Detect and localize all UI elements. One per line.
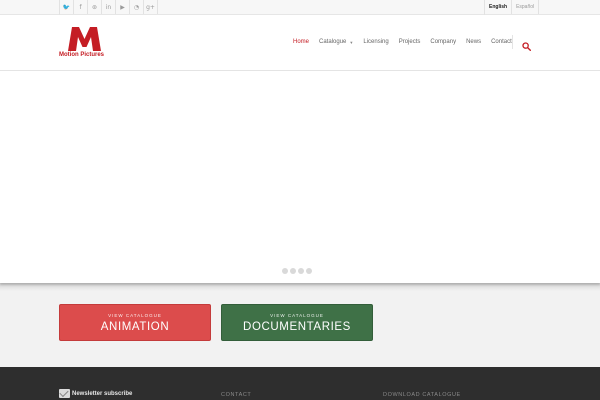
linkedin-icon[interactable]: in bbox=[102, 0, 116, 14]
nav-item-home[interactable]: Home bbox=[288, 39, 314, 45]
nav-item-label: Company bbox=[430, 39, 457, 45]
nav-item-catalogue[interactable]: Catalogue ▼ bbox=[314, 39, 358, 45]
twitter-icon[interactable]: 🐦 bbox=[60, 0, 74, 14]
slider-shadow bbox=[0, 283, 600, 291]
footer-contact-heading: CONTACT bbox=[221, 392, 252, 398]
nav-item-label: Catalogue bbox=[319, 39, 347, 45]
footer-download-heading: DOWNLOAD CATALOGUE bbox=[383, 392, 461, 398]
facebook-icon[interactable]: f bbox=[74, 0, 88, 14]
logo-text: Motion Pictures bbox=[59, 52, 105, 58]
animation-catalogue-button[interactable]: VIEW CATALOGUE ANIMATION bbox=[59, 304, 211, 341]
logo-m-icon bbox=[68, 27, 101, 51]
nav-item-projects[interactable]: Projects bbox=[394, 39, 426, 45]
cta-subtitle: VIEW CATALOGUE bbox=[108, 312, 162, 318]
cta-title: DOCUMENTARIES bbox=[243, 320, 351, 333]
youtube-icon[interactable]: ▶ bbox=[116, 0, 130, 14]
newsletter-link[interactable]: Newsletter subscribe bbox=[59, 389, 132, 398]
language-english[interactable]: English bbox=[485, 0, 513, 14]
slider-dot[interactable] bbox=[306, 268, 312, 274]
top-utility-bar: 🐦 f ⊛ in ▶ ◔ g+ English Español bbox=[0, 0, 600, 15]
search-button[interactable] bbox=[522, 38, 532, 52]
nav-item-licensing[interactable]: Licensing bbox=[358, 39, 393, 45]
main-nav: Home Catalogue ▼ Licensing Projects Company Ne… bbox=[288, 30, 517, 54]
nav-item-label: News bbox=[466, 39, 482, 45]
logo[interactable]: Motion Pictures bbox=[59, 27, 111, 60]
language-espaol[interactable]: Español bbox=[512, 0, 540, 14]
nav-item-news[interactable]: News bbox=[461, 39, 486, 45]
slider-dot[interactable] bbox=[282, 268, 288, 274]
slider-dot[interactable] bbox=[298, 268, 304, 274]
nav-item-label: Home bbox=[293, 39, 310, 45]
slider-dot[interactable] bbox=[290, 268, 296, 274]
nav-divider bbox=[512, 35, 513, 49]
cta-subtitle: VIEW CATALOGUE bbox=[270, 312, 324, 318]
language-switcher: English Español bbox=[484, 0, 540, 15]
nav-item-label: Projects bbox=[398, 39, 421, 45]
chevron-down-icon: ▼ bbox=[349, 39, 354, 45]
nav-item-label: Licensing bbox=[363, 39, 389, 45]
hero-slider bbox=[0, 71, 600, 283]
site-footer: Newsletter subscribe CONTACT DOWNLOAD CA… bbox=[0, 367, 600, 400]
documentaries-catalogue-button[interactable]: VIEW CATALOGUE DOCUMENTARIES bbox=[221, 304, 373, 341]
social-links: 🐦 f ⊛ in ▶ ◔ g+ bbox=[59, 0, 158, 15]
googleplus-icon[interactable]: g+ bbox=[144, 0, 158, 14]
cta-title: ANIMATION bbox=[100, 320, 170, 333]
site-header: Motion Pictures Home Catalogue ▼ Licensing P… bbox=[0, 15, 600, 71]
nav-item-label: Contact bbox=[491, 39, 512, 45]
envelope-icon bbox=[59, 389, 70, 398]
rss-icon[interactable]: ◔ bbox=[130, 0, 144, 14]
slider-dots bbox=[282, 268, 312, 274]
nav-item-company[interactable]: Company bbox=[425, 39, 461, 45]
dribbble-icon[interactable]: ⊛ bbox=[88, 0, 102, 14]
search-icon bbox=[522, 42, 532, 52]
newsletter-label: Newsletter subscribe bbox=[72, 391, 133, 397]
